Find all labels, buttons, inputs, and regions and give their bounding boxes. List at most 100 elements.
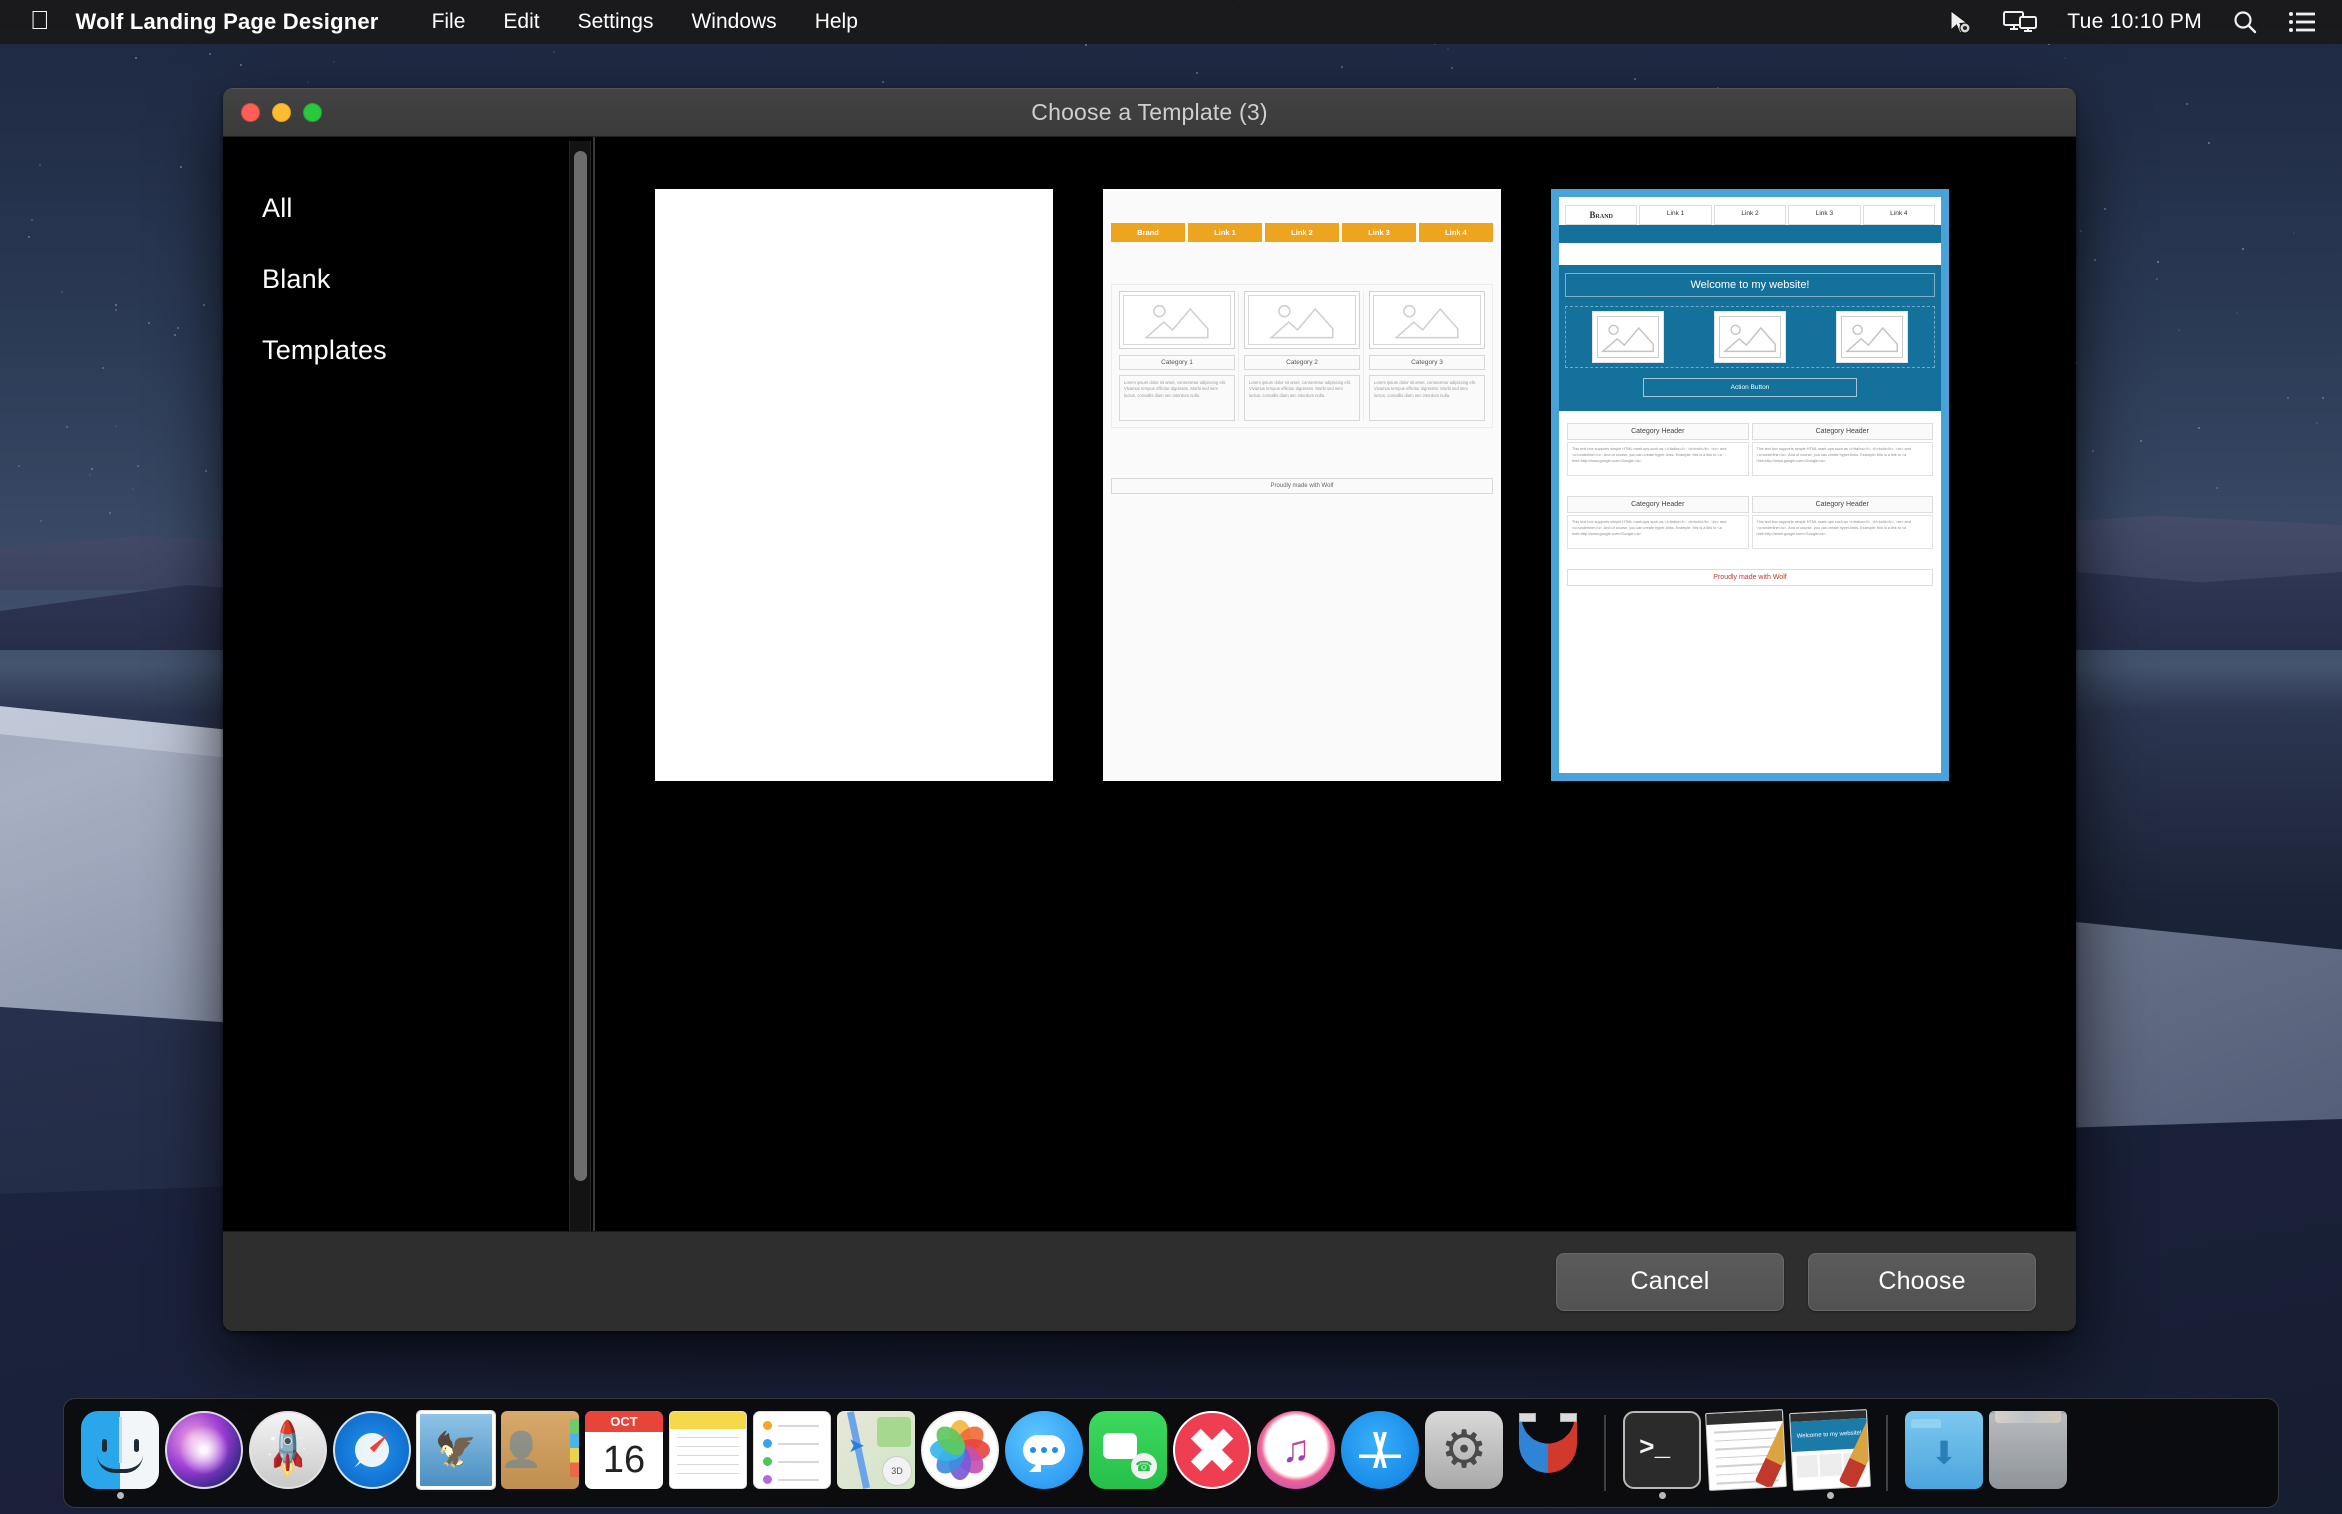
template3-cell: Category Header This text box supports s…	[1752, 496, 1934, 549]
downloads-folder-icon[interactable]: ⬇	[1905, 1411, 1983, 1489]
document-icon[interactable]	[1705, 1409, 1787, 1491]
dock-item-downloads[interactable]: ⬇	[1902, 1407, 1986, 1499]
safari-icon[interactable]	[333, 1411, 411, 1489]
dialog-title: Choose a Template (3)	[223, 99, 2076, 126]
template-thumbnail-orange[interactable]: Brand Link 1 Link 2 Link 3 Link 4 Catego…	[1103, 189, 1501, 781]
messages-icon[interactable]	[1005, 1411, 1083, 1489]
dock-item-itunes[interactable]: ♫	[1254, 1407, 1338, 1499]
template2-nav-brand: Brand	[1111, 223, 1185, 242]
template3-nav-brand: Brand	[1565, 205, 1637, 225]
menu-item-settings[interactable]: Settings	[559, 10, 673, 34]
apple-logo-icon[interactable]: 	[0, 7, 76, 33]
dock-item-maps[interactable]: ➤ 3D	[834, 1407, 918, 1499]
template-card-blank[interactable]	[655, 189, 1053, 781]
template3-body-text: This text box supports simple HTML mark-…	[1752, 515, 1934, 549]
trash-icon[interactable]	[1989, 1411, 2067, 1489]
dock-item-mail[interactable]	[414, 1407, 498, 1499]
menu-item-file[interactable]: File	[413, 10, 485, 34]
sidebar-item-all[interactable]: All	[243, 173, 593, 244]
pointer-icon[interactable]	[1947, 9, 1973, 35]
reminders-icon[interactable]	[753, 1411, 831, 1489]
siri-icon[interactable]	[165, 1411, 243, 1489]
sidebar-item-blank[interactable]: Blank	[243, 244, 593, 315]
menu-item-windows[interactable]: Windows	[672, 10, 795, 34]
sidebar-scrollbar[interactable]	[569, 141, 591, 1231]
template-card-orange[interactable]: Brand Link 1 Link 2 Link 3 Link 4 Catego…	[1103, 189, 1501, 781]
running-indicator	[117, 1492, 124, 1499]
sidebar-scrollbar-thumb[interactable]	[574, 151, 587, 1181]
dock-item-photos[interactable]	[918, 1407, 1002, 1499]
dialog-title-bar[interactable]: Choose a Template (3)	[223, 89, 2076, 137]
template3-hero: Welcome to my website! Action Button	[1559, 265, 1941, 411]
dock-item-notes[interactable]	[666, 1407, 750, 1499]
contacts-icon[interactable]	[501, 1411, 579, 1489]
gear-icon[interactable]: ⚙	[1425, 1411, 1503, 1489]
template3-row: Category Header This text box supports s…	[1567, 423, 1933, 476]
itunes-icon[interactable]: ♫	[1257, 1411, 1335, 1489]
search-icon[interactable]	[2232, 9, 2258, 35]
template-thumbnail-blank[interactable]	[655, 189, 1053, 781]
template2-nav-link-3: Link 3	[1342, 223, 1416, 242]
dock-item-finder[interactable]	[78, 1407, 162, 1499]
facetime-icon[interactable]: ☎	[1089, 1411, 1167, 1489]
menu-item-help[interactable]: Help	[796, 10, 877, 34]
template2-column: Category 3 Lorem ipsum dolor sit amet, c…	[1366, 291, 1488, 421]
dock-item-wolf[interactable]	[1506, 1407, 1590, 1499]
dock-item-launchpad[interactable]: 🚀	[246, 1407, 330, 1499]
dock-item-facetime[interactable]: ☎	[1086, 1407, 1170, 1499]
terminal-icon[interactable]: >_	[1623, 1411, 1701, 1489]
image-placeholder-icon	[1369, 291, 1485, 349]
news-icon[interactable]	[1173, 1411, 1251, 1489]
magnet-icon[interactable]	[1509, 1411, 1587, 1489]
dock-item-reminders[interactable]	[750, 1407, 834, 1499]
menu-item-edit[interactable]: Edit	[484, 10, 558, 34]
dock-separator	[1886, 1415, 1888, 1491]
launchpad-icon[interactable]: 🚀	[249, 1411, 327, 1489]
choose-button[interactable]: Choose	[1808, 1253, 2036, 1311]
menu-bar:  Wolf Landing Page Designer File Edit S…	[0, 0, 2342, 44]
dock-item-wolf-document[interactable]	[1704, 1407, 1788, 1499]
active-app-name[interactable]: Wolf Landing Page Designer	[76, 9, 413, 35]
dock-item-messages[interactable]	[1002, 1407, 1086, 1499]
calendar-icon[interactable]: OCT 16	[585, 1411, 663, 1489]
app-store-icon[interactable]	[1341, 1411, 1419, 1489]
template2-body-text: Lorem ipsum dolor sit amet, consectetur …	[1369, 375, 1485, 421]
dock-item-terminal[interactable]: >_	[1620, 1407, 1704, 1499]
notes-icon[interactable]	[669, 1411, 747, 1489]
photos-icon[interactable]	[921, 1411, 999, 1489]
dock-item-contacts[interactable]	[498, 1407, 582, 1499]
dock-item-safari[interactable]	[330, 1407, 414, 1499]
menu-bar-clock[interactable]: Tue 10:10 PM	[2067, 10, 2202, 34]
dock-item-wolf-designer[interactable]: Welcome to my website!	[1788, 1407, 1872, 1499]
dialog-footer: Cancel Choose	[223, 1231, 2076, 1331]
finder-icon[interactable]	[81, 1411, 159, 1489]
dock-item-system-preferences[interactable]: ⚙	[1422, 1407, 1506, 1499]
running-indicator	[1659, 1492, 1666, 1499]
list-icon[interactable]	[2288, 11, 2316, 33]
dock-item-siri[interactable]	[162, 1407, 246, 1499]
template3-body: Category Header This text box supports s…	[1559, 411, 1941, 549]
template3-category-header: Category Header	[1752, 423, 1934, 440]
template3-nav: Brand Link 1 Link 2 Link 3 Link 4	[1559, 197, 1941, 225]
dock-item-app-store[interactable]	[1338, 1407, 1422, 1499]
maps-icon[interactable]: ➤ 3D	[837, 1411, 915, 1489]
sidebar-item-templates[interactable]: Templates	[243, 315, 593, 386]
wolf-designer-icon[interactable]: Welcome to my website!	[1789, 1409, 1871, 1491]
dock-item-trash[interactable]	[1986, 1407, 2070, 1499]
dock-item-news[interactable]	[1170, 1407, 1254, 1499]
template3-spacer	[1559, 243, 1941, 265]
template3-image-row	[1565, 306, 1935, 368]
screen-mirroring-icon[interactable]	[2003, 10, 2037, 34]
mail-icon[interactable]	[417, 1411, 495, 1489]
template-card-blue-selected[interactable]: Brand Link 1 Link 2 Link 3 Link 4 Welcom…	[1551, 189, 1949, 781]
dock-item-calendar[interactable]: OCT 16	[582, 1407, 666, 1499]
template2-caption: Category 2	[1244, 355, 1360, 370]
template3-nav-link-1: Link 1	[1639, 205, 1711, 225]
cancel-button[interactable]: Cancel	[1556, 1253, 1784, 1311]
template-thumbnail-blue[interactable]: Brand Link 1 Link 2 Link 3 Link 4 Welcom…	[1559, 197, 1941, 773]
template2-nav-link-2: Link 2	[1265, 223, 1339, 242]
template3-body-text: This text box supports simple HTML mark-…	[1567, 515, 1749, 549]
template3-body-text: This text box supports simple HTML mark-…	[1752, 442, 1934, 476]
template3-cell: Category Header This text box supports s…	[1567, 423, 1749, 476]
dock-separator	[1604, 1415, 1606, 1491]
